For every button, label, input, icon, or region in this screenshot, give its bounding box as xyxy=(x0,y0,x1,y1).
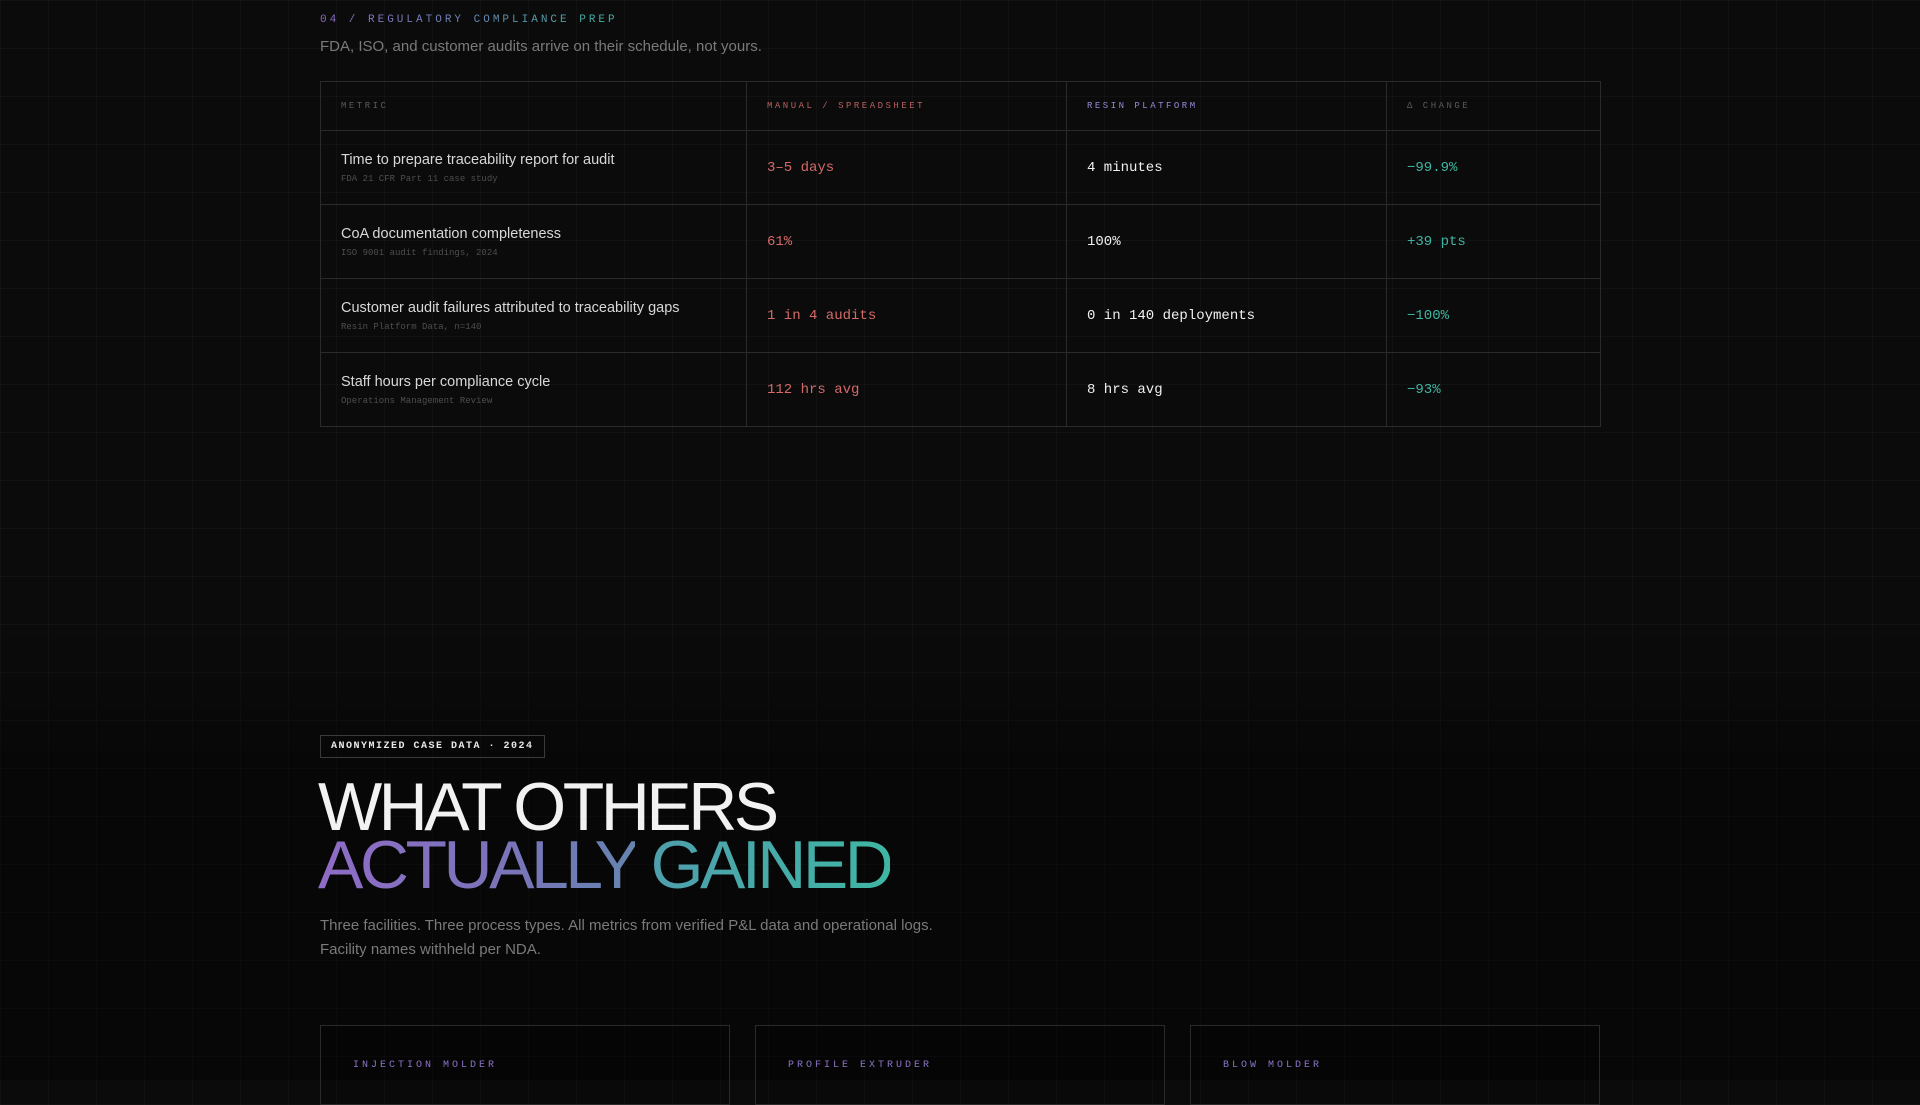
section-headline: WHAT OTHERS ACTUALLY GAINED xyxy=(318,773,894,899)
manual-value: 3–5 days xyxy=(746,130,1067,205)
section-subtitle: FDA, ISO, and customer audits arrive on … xyxy=(320,38,762,55)
resin-value: 100% xyxy=(1066,204,1387,279)
metric-source: Operations Management Review xyxy=(341,395,493,406)
column-header-manual: MANUAL / SPREADSHEET xyxy=(746,81,1067,131)
manual-value: 112 hrs avg xyxy=(746,352,1067,427)
description-line-2: Facility names withheld per NDA. xyxy=(320,940,541,958)
column-header-change: Δ CHANGE xyxy=(1386,81,1601,131)
table-row: CoA documentation completeness ISO 9001 … xyxy=(320,204,1601,279)
section-eyebrow: 04 / REGULATORY COMPLIANCE PREP xyxy=(320,14,618,26)
headline-word-actually: ACTUALLY xyxy=(318,827,639,903)
headline-word-gained: GAINED xyxy=(650,827,894,903)
case-card-blow-molder[interactable]: BLOW MOLDER xyxy=(1190,1025,1600,1105)
comparison-table: METRIC MANUAL / SPREADSHEET RESIN PLATFO… xyxy=(320,81,1601,427)
section-description: Three facilities. Three process types. A… xyxy=(320,914,960,961)
resin-value: 8 hrs avg xyxy=(1066,352,1387,427)
case-data-badge: ANONYMIZED CASE DATA · 2024 xyxy=(320,735,545,758)
change-value: +39 pts xyxy=(1386,204,1601,279)
metric-source: Resin Platform Data, n=140 xyxy=(341,321,482,332)
metric-cell: CoA documentation completeness ISO 9001 … xyxy=(320,204,747,279)
metric-title: Time to prepare traceability report for … xyxy=(341,151,615,168)
metric-source: ISO 9001 audit findings, 2024 xyxy=(341,247,498,258)
manual-value: 61% xyxy=(746,204,1067,279)
headline-line-2: ACTUALLY GAINED xyxy=(318,831,894,899)
description-line-1: Three facilities. Three process types. A… xyxy=(320,917,933,934)
resin-value: 4 minutes xyxy=(1066,130,1387,205)
case-card-label: PROFILE EXTRUDER xyxy=(788,1060,933,1071)
table-row: Staff hours per compliance cycle Operati… xyxy=(320,352,1601,427)
metric-title: Staff hours per compliance cycle xyxy=(341,373,551,390)
case-card-profile-extruder[interactable]: PROFILE EXTRUDER xyxy=(755,1025,1165,1105)
case-cards: INJECTION MOLDER PROFILE EXTRUDER BLOW M… xyxy=(320,1025,1600,1105)
metric-cell: Customer audit failures attributed to tr… xyxy=(320,278,747,353)
table-row: Time to prepare traceability report for … xyxy=(320,130,1601,205)
metric-cell: Staff hours per compliance cycle Operati… xyxy=(320,352,747,427)
case-card-injection-molder[interactable]: INJECTION MOLDER xyxy=(320,1025,730,1105)
manual-value: 1 in 4 audits xyxy=(746,278,1067,353)
case-card-label: BLOW MOLDER xyxy=(1223,1060,1323,1071)
metric-title: Customer audit failures attributed to tr… xyxy=(341,299,680,316)
metric-source: FDA 21 CFR Part 11 case study xyxy=(341,173,498,184)
case-card-label: INJECTION MOLDER xyxy=(353,1060,498,1071)
column-header-resin: RESIN PLATFORM xyxy=(1066,81,1387,131)
table-row: Customer audit failures attributed to tr… xyxy=(320,278,1601,353)
resin-value: 0 in 140 deployments xyxy=(1066,278,1387,353)
case-data-section-background xyxy=(0,620,1920,1080)
change-value: −100% xyxy=(1386,278,1601,353)
metric-cell: Time to prepare traceability report for … xyxy=(320,130,747,205)
change-value: −99.9% xyxy=(1386,130,1601,205)
table-header-row: METRIC MANUAL / SPREADSHEET RESIN PLATFO… xyxy=(320,81,1601,131)
change-value: −93% xyxy=(1386,352,1601,427)
column-header-metric: METRIC xyxy=(320,81,747,131)
metric-title: CoA documentation completeness xyxy=(341,225,562,242)
